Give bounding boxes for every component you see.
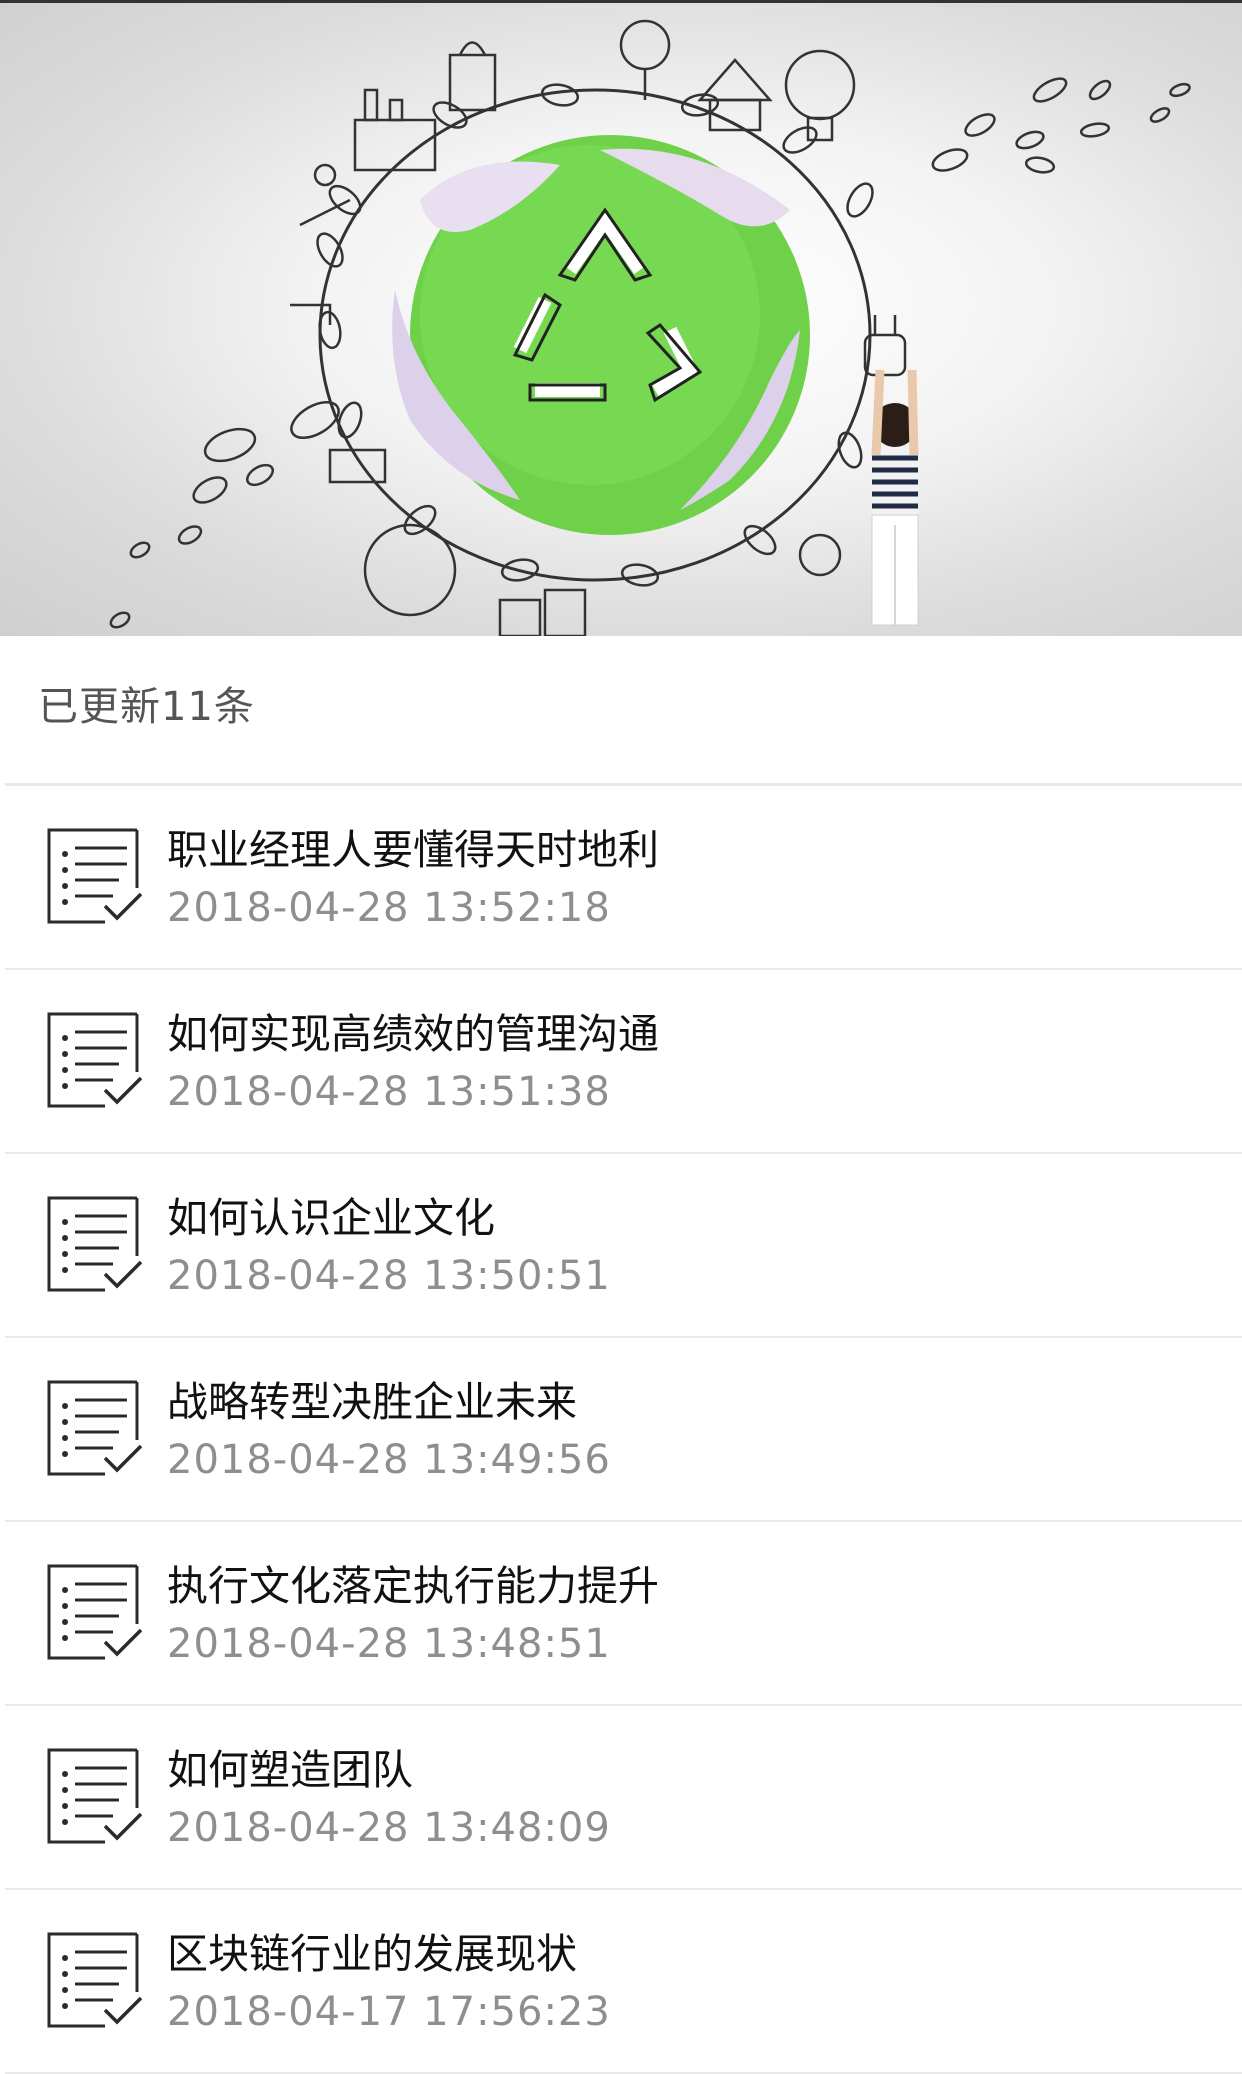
item-title: 如何认识企业文化 — [167, 1194, 495, 1242]
item-title: 区块链行业的发展现状 — [167, 1930, 577, 1978]
list-item[interactable]: 执行文化落定执行能力提升 2018-04-28 13:48:51 — [5, 1522, 1242, 1706]
checklist-icon — [47, 1012, 143, 1108]
checklist-icon — [47, 1932, 143, 2028]
item-title: 如何实现高绩效的管理沟通 — [167, 1010, 659, 1058]
item-date: 2018-04-17 17:56:23 — [167, 1989, 611, 2035]
item-date: 2018-04-28 13:49:56 — [167, 1437, 611, 1483]
banner-image — [0, 0, 1242, 636]
checklist-icon — [47, 1196, 143, 1292]
item-date: 2018-04-28 13:48:09 — [167, 1805, 611, 1851]
course-list: 职业经理人要懂得天时地利 2018-04-28 13:52:18 如何实现高绩效… — [0, 786, 1242, 2074]
list-item[interactable]: 职业经理人要懂得天时地利 2018-04-28 13:52:18 — [5, 786, 1242, 970]
update-count-label: 已更新11条 — [38, 684, 255, 730]
list-item[interactable]: 如何塑造团队 2018-04-28 13:48:09 — [5, 1706, 1242, 1890]
checklist-icon — [47, 828, 143, 924]
checklist-icon — [47, 1564, 143, 1660]
item-title: 如何塑造团队 — [167, 1746, 413, 1794]
item-date: 2018-04-28 13:51:38 — [167, 1069, 611, 1115]
item-title: 战略转型决胜企业未来 — [167, 1378, 577, 1426]
item-date: 2018-04-28 13:50:51 — [167, 1253, 611, 1299]
item-date: 2018-04-28 13:52:18 — [167, 885, 611, 931]
list-item[interactable]: 如何认识企业文化 2018-04-28 13:50:51 — [5, 1154, 1242, 1338]
checklist-icon — [47, 1380, 143, 1476]
checklist-icon — [47, 1748, 143, 1844]
item-title: 执行文化落定执行能力提升 — [167, 1562, 659, 1610]
list-item[interactable]: 战略转型决胜企业未来 2018-04-28 13:49:56 — [5, 1338, 1242, 1522]
item-title: 职业经理人要懂得天时地利 — [167, 826, 659, 874]
item-date: 2018-04-28 13:48:51 — [167, 1621, 611, 1667]
list-item[interactable]: 区块链行业的发展现状 2018-04-17 17:56:23 — [5, 1890, 1242, 2074]
list-item[interactable]: 如何实现高绩效的管理沟通 2018-04-28 13:51:38 — [5, 970, 1242, 1154]
